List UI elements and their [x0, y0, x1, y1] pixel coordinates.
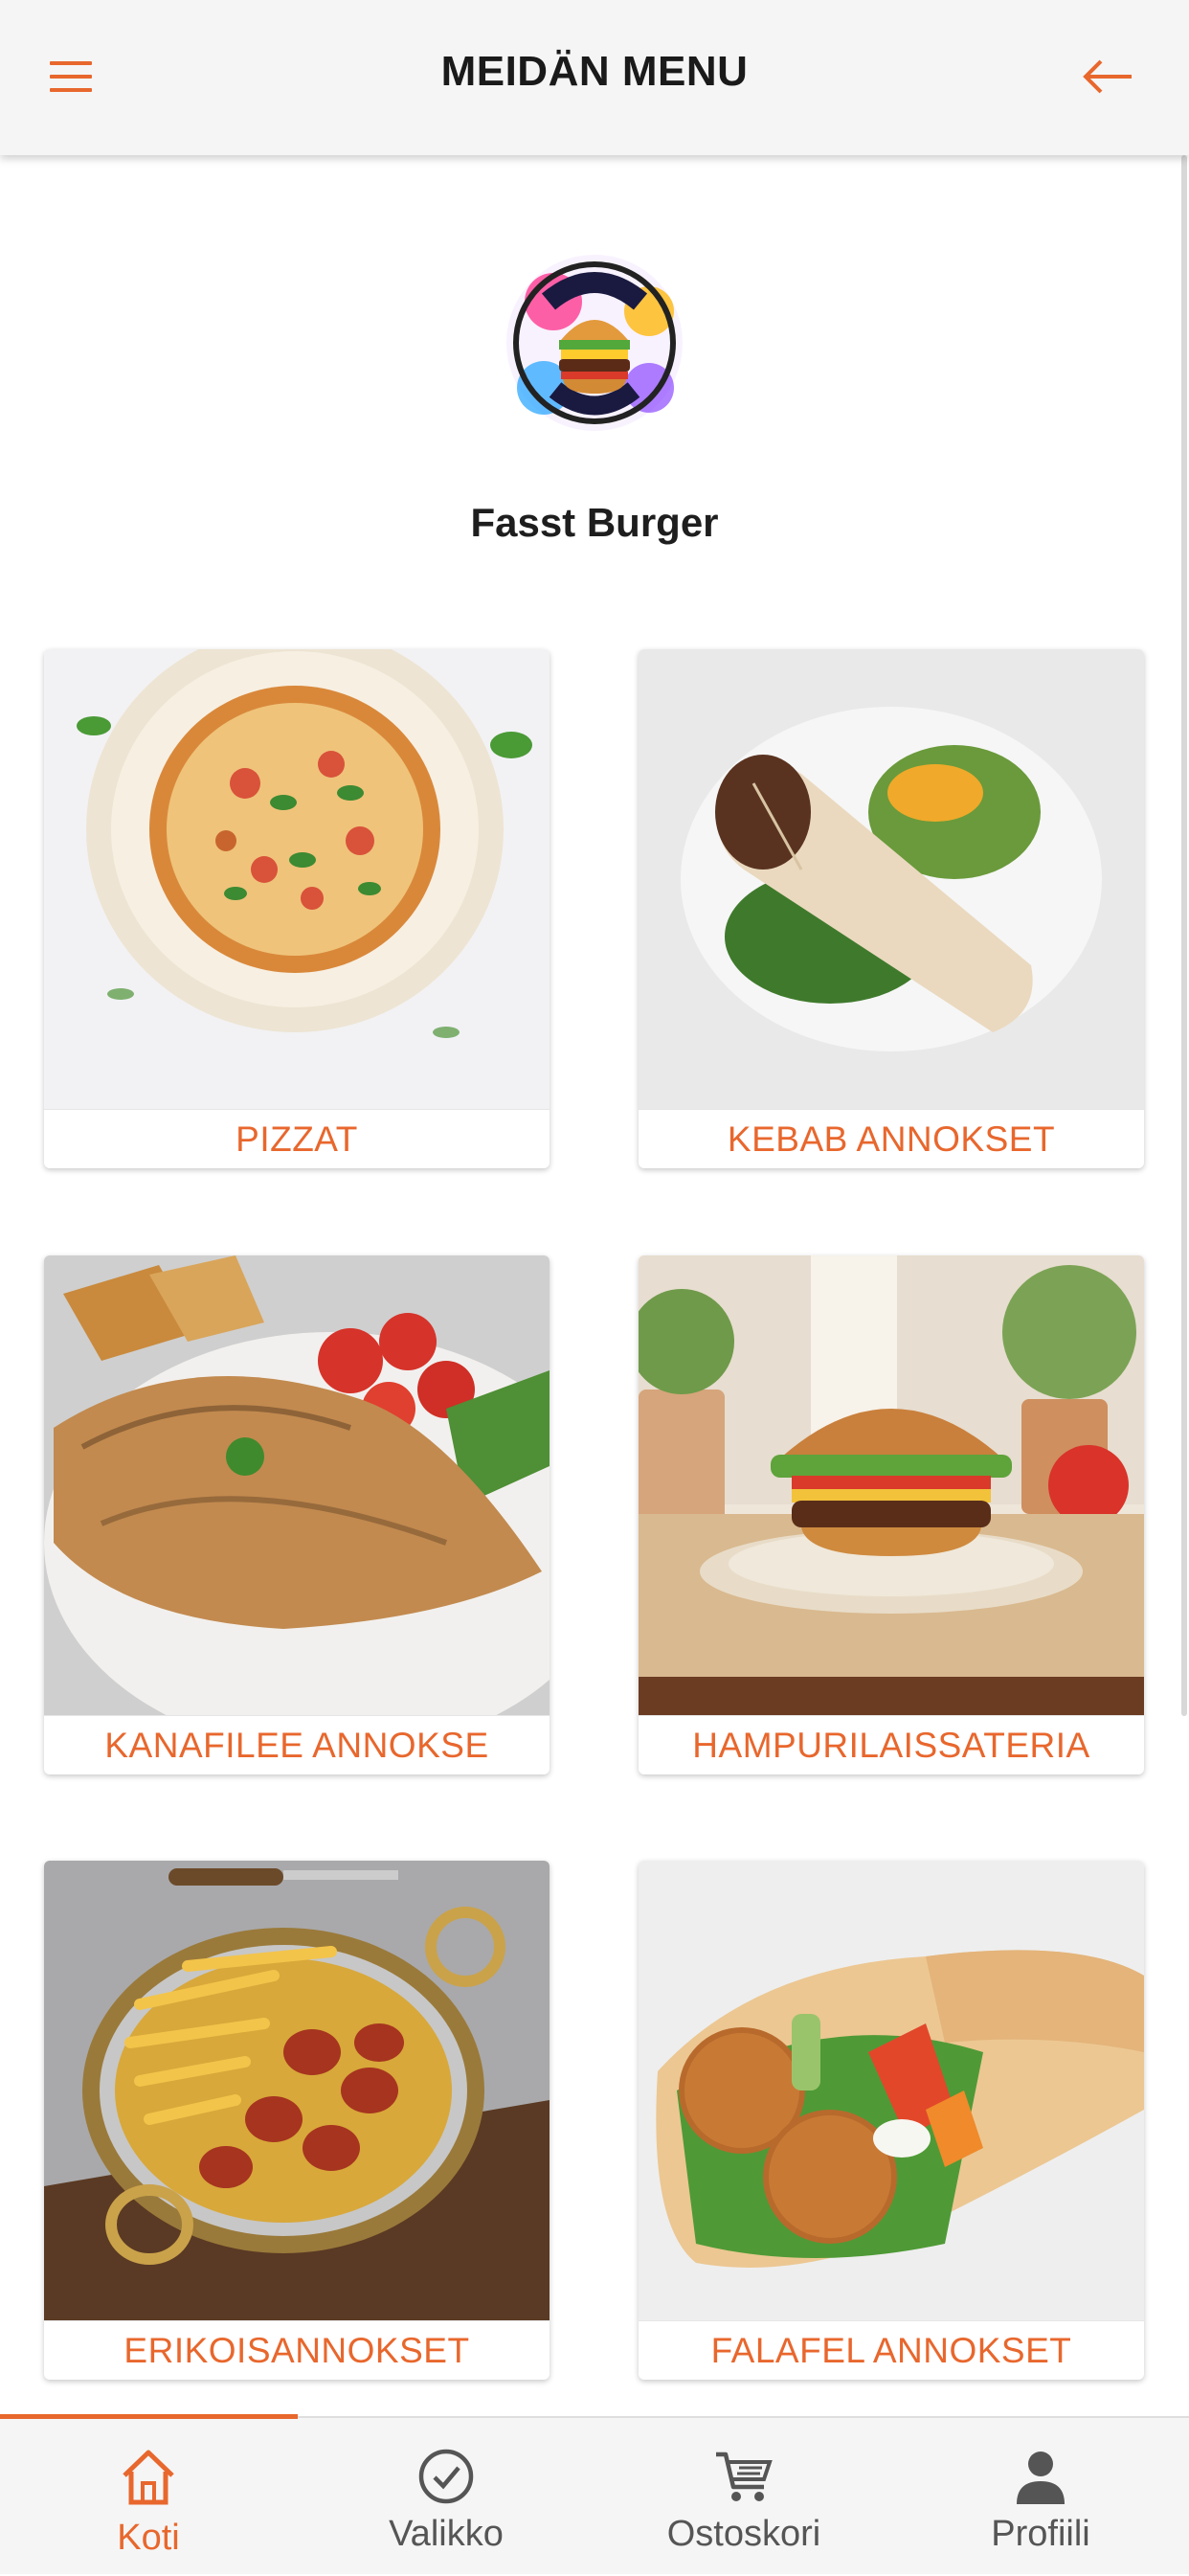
burger-image	[639, 1255, 1144, 1715]
scrollbar[interactable]	[1181, 155, 1187, 1716]
nav-item-koti[interactable]: Koti	[0, 2418, 297, 2576]
nav-label: Koti	[117, 2518, 180, 2558]
restaurant-name: Fasst Burger	[470, 500, 719, 545]
category-card-kebab-annokset[interactable]: KEBAB ANNOKSET	[639, 649, 1144, 1168]
kebab-wrap-image	[639, 649, 1144, 1109]
category-label: FALAFEL ANNOKSET	[639, 2320, 1144, 2380]
category-card-pizzat[interactable]: PIZZAT	[44, 649, 550, 1168]
pizza-image	[44, 649, 550, 1109]
check-circle-icon	[415, 2445, 478, 2508]
currywurst-fries-image	[44, 1861, 550, 2320]
category-card-falafel-annokset[interactable]: FALAFEL ANNOKSET	[639, 1861, 1144, 2380]
nav-label: Ostoskori	[666, 2514, 821, 2554]
person-icon	[1009, 2445, 1072, 2508]
category-label: PIZZAT	[44, 1109, 550, 1168]
category-label: KANAFILEE ANNOKSE	[44, 1715, 550, 1774]
category-label: KEBAB ANNOKSET	[639, 1109, 1144, 1168]
nav-item-valikko[interactable]: Valikko	[298, 2418, 594, 2576]
nav-item-ostoskori[interactable]: Ostoskori	[595, 2418, 892, 2576]
bottom-navigation: Koti Valikko Ostoskori Profiili	[0, 2414, 1189, 2576]
category-card-erikoisannokset[interactable]: ERIKOISANNOKSET	[44, 1861, 550, 2380]
arrow-left-icon[interactable]	[1076, 54, 1137, 103]
home-icon	[117, 2445, 180, 2508]
category-card-hampurilaissateria[interactable]: HAMPURILAISSATERIA	[639, 1255, 1144, 1774]
cart-icon	[712, 2445, 775, 2508]
category-card-kanafilee-annokse[interactable]: KANAFILEE ANNOKSE	[44, 1255, 550, 1774]
nav-label: Valikko	[389, 2514, 504, 2554]
category-label: HAMPURILAISSATERIA	[639, 1715, 1144, 1774]
chicken-fillet-image	[44, 1255, 550, 1715]
category-label: ERIKOISANNOKSET	[44, 2320, 550, 2380]
page-title: MEIDÄN MENU	[440, 48, 749, 95]
nav-label: Profiili	[991, 2514, 1090, 2554]
restaurant-logo	[496, 244, 693, 441]
app-header: MEIDÄN MENU	[0, 0, 1189, 155]
nav-item-profiili[interactable]: Profiili	[892, 2418, 1189, 2576]
falafel-wrap-image	[639, 1861, 1144, 2320]
